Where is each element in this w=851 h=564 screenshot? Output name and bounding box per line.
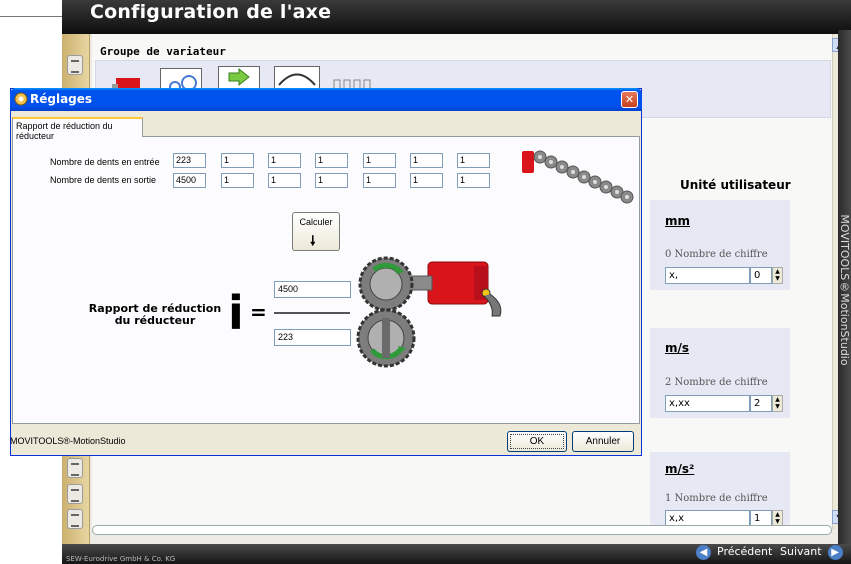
tab-reduction-ratio[interactable]: Rapport de réduction du réducteur [12, 117, 143, 141]
arrow-down-icon: 🠗 [310, 234, 316, 249]
settings-icon [14, 92, 28, 106]
input-teeth-label: Nombre de dents en entrée [50, 157, 160, 167]
numerator-field[interactable]: 4500 [274, 281, 351, 298]
app-title: Configuration de l'axe [90, 1, 332, 23]
output-teeth-field[interactable]: 1 [221, 173, 254, 188]
signal-icon[interactable] [330, 70, 382, 90]
cancel-button[interactable]: Annuler [572, 431, 634, 452]
output-teeth-field[interactable]: 1 [315, 173, 348, 188]
gearbox-icon [356, 250, 506, 375]
input-teeth-field[interactable]: 1 [221, 153, 254, 168]
sidebar-doc-icon[interactable] [67, 55, 83, 75]
sidebar-doc-icon[interactable] [67, 509, 83, 529]
unit-format-field[interactable]: x,xx [665, 395, 750, 412]
input-teeth-field[interactable]: 223 [173, 153, 206, 168]
next-button[interactable]: Suivant ▶ [780, 543, 851, 561]
sidebar-doc-icon[interactable] [67, 458, 83, 478]
top-divider-line [0, 16, 62, 17]
side-banner-text: MOVITOOLS®MotionStudio [838, 214, 851, 366]
back-arrow-icon: ◀ [696, 544, 711, 560]
group-title: Groupe de variateur [100, 45, 226, 58]
calculate-button[interactable]: Calculer [292, 212, 340, 251]
dialog-titlebar[interactable] [10, 88, 642, 111]
ratio-symbol: i [228, 286, 244, 340]
forward-arrow-icon: ▶ [827, 544, 843, 560]
dialog-title: Réglages [30, 92, 93, 106]
previous-button[interactable]: ◀ Précédent [690, 543, 778, 561]
output-teeth-field[interactable]: 4500 [173, 173, 206, 188]
unit-name: mm [665, 214, 691, 228]
unit-digits-field[interactable]: 2 [750, 395, 772, 412]
copyright-text: SEW-Eurodrive GmbH & Co. KG [66, 555, 176, 563]
unit-name: m/s² [665, 462, 695, 476]
equals-sign: = [250, 300, 267, 324]
sidebar-doc-icon[interactable] [67, 484, 83, 504]
input-teeth-field[interactable]: 1 [410, 153, 443, 168]
input-teeth-field[interactable]: 1 [457, 153, 490, 168]
input-teeth-field[interactable]: 1 [363, 153, 396, 168]
output-teeth-field[interactable]: 1 [457, 173, 490, 188]
motor-icon[interactable] [112, 70, 150, 90]
unit-format-field[interactable]: x, [665, 267, 750, 284]
unit-digits-field[interactable]: 0 [750, 267, 772, 284]
unit-digits-label: 0 Nombre de chiffre [665, 249, 768, 260]
output-teeth-field[interactable]: 1 [363, 173, 396, 188]
dialog-status-text: MOVITOOLS®-MotionStudio [10, 436, 126, 446]
unit-digits-label: 1 Nombre de chiffre [665, 493, 768, 504]
close-button[interactable]: ✕ [621, 91, 638, 108]
denominator-field[interactable]: 223 [274, 329, 351, 346]
input-teeth-field[interactable]: 1 [315, 153, 348, 168]
unit-section-title: Unité utilisateur [680, 178, 791, 192]
output-teeth-field[interactable]: 1 [410, 173, 443, 188]
digits-spinner[interactable]: ▲ ▼ [772, 395, 783, 412]
curve-icon[interactable] [274, 66, 320, 90]
output-teeth-label: Nombre de dents en sortie [50, 175, 157, 185]
digits-spinner[interactable]: ▲ ▼ [772, 267, 783, 284]
gear-chain-icon [520, 145, 635, 205]
horizontal-scrollbar[interactable] [92, 525, 832, 535]
gear-config-icon[interactable] [160, 68, 202, 93]
output-teeth-field[interactable]: 1 [268, 173, 301, 188]
arrow-right-icon[interactable] [218, 66, 260, 90]
ok-button[interactable]: OK [507, 431, 567, 452]
unit-name: m/s [665, 341, 690, 355]
input-teeth-field[interactable]: 1 [268, 153, 301, 168]
fraction-line [274, 312, 350, 314]
ratio-label: Rapport de réduction du réducteur [88, 302, 222, 327]
unit-digits-label: 2 Nombre de chiffre [665, 377, 768, 388]
